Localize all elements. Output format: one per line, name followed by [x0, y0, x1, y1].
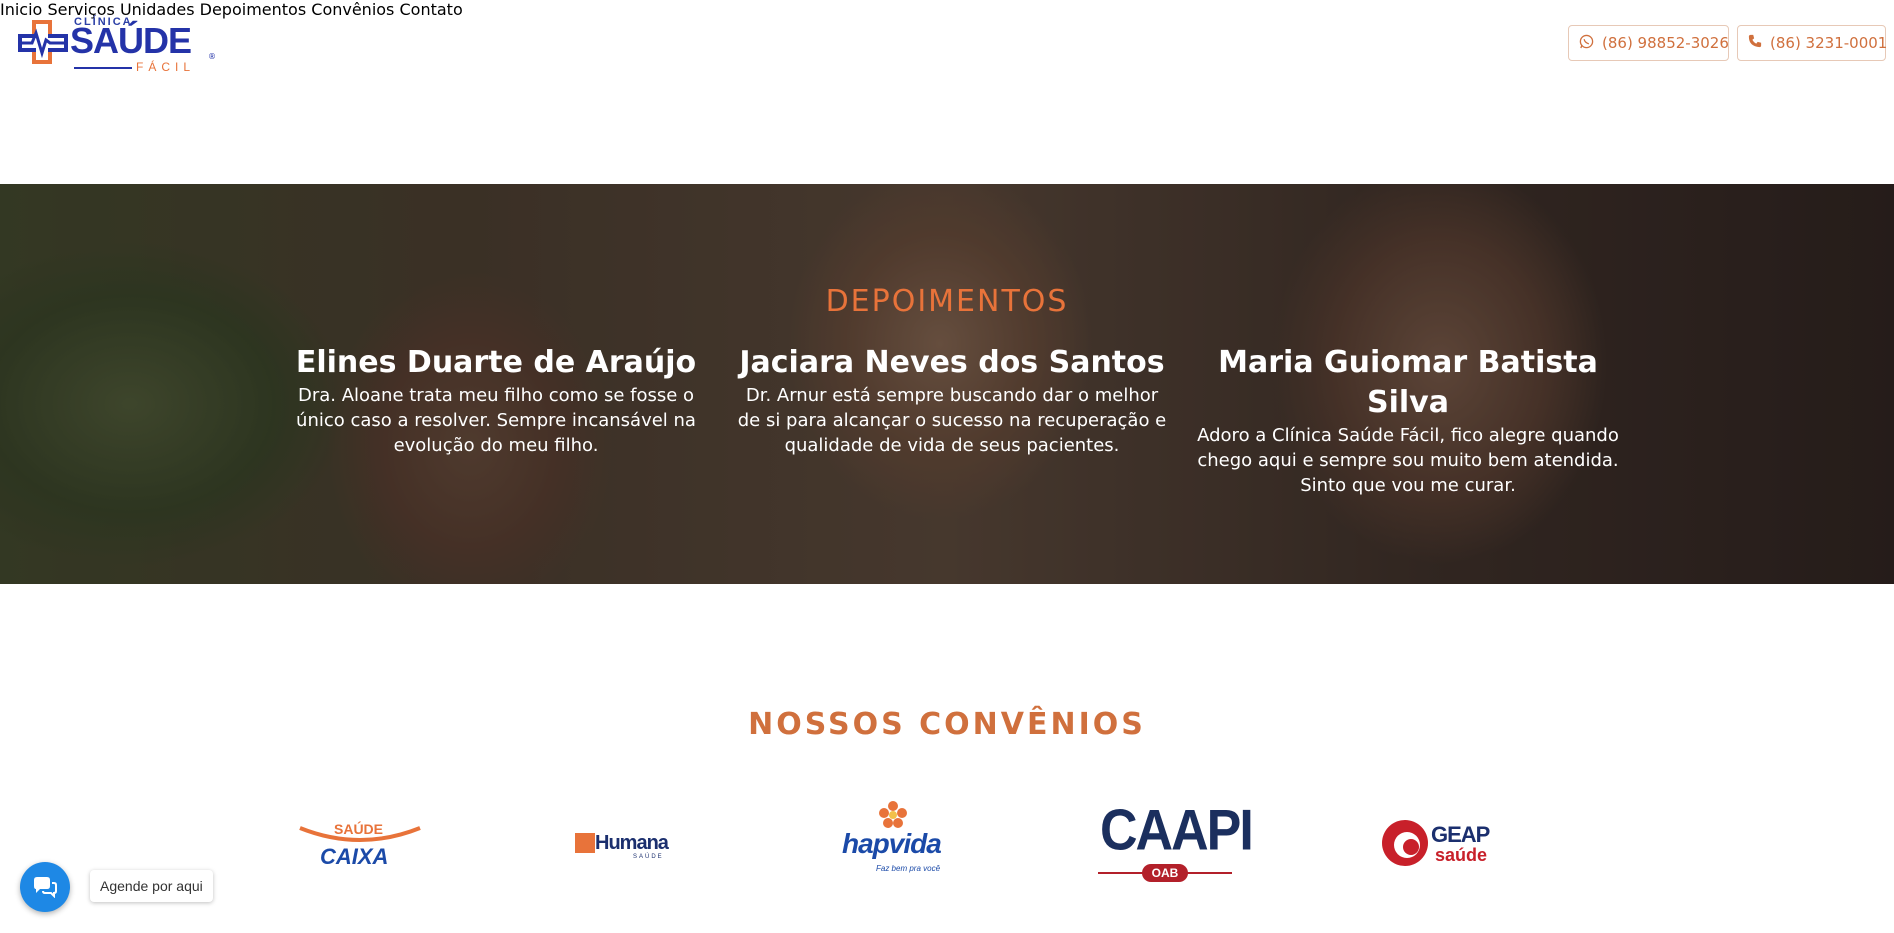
partner-bottom-text: SAÚDE	[633, 854, 664, 860]
partner-top-text: hapvida	[842, 828, 942, 859]
testimonial-text: Dra. Aloane trata meu filho como se foss…	[296, 385, 696, 456]
partner-logo-caapi[interactable]: CAAPI OAB	[1098, 800, 1254, 884]
partner-top-text: CAAPI	[1100, 798, 1254, 863]
site-header: CLÍNICA SAÚDE FÁCIL ® Inicio Serviços Un…	[0, 0, 1894, 86]
main-nav: Inicio Serviços Unidades Depoimentos Con…	[0, 0, 1894, 19]
chat-label[interactable]: Agende por aqui	[90, 870, 213, 902]
chat-icon	[34, 877, 57, 898]
logo-sub-text: FÁCIL	[136, 60, 196, 74]
testimonial-card: Elines Duarte de Araújo Dra. Aloane trat…	[276, 343, 716, 458]
testimonial-card: Jaciara Neves dos Santos Dr. Arnur está …	[732, 343, 1172, 458]
testimonial-text: Dr. Arnur está sempre buscando dar o mel…	[737, 385, 1167, 456]
partner-logo-hapvida[interactable]: hapvida Faz bem pra você	[842, 800, 946, 884]
testimonials-title: DEPOIMENTOS	[825, 284, 1069, 319]
testimonial-author: Elines Duarte de Araújo	[295, 345, 697, 380]
caixa-swoosh-icon	[299, 826, 421, 842]
testimonial-card: Maria Guiomar Batista Silva Adoro a Clín…	[1188, 343, 1628, 498]
testimonial-text: Adoro a Clínica Saúde Fácil, fico alegre…	[1197, 425, 1619, 496]
whatsapp-button[interactable]: (86) 98852-3026	[1568, 25, 1729, 61]
phone-button[interactable]: (86) 3231-0001	[1737, 25, 1888, 61]
partner-logo-geap[interactable]: GEAP saúde	[1380, 800, 1490, 884]
logo-main-text: SAÚDE	[70, 20, 192, 61]
phone-number: (86) 3231-0001	[1770, 34, 1888, 52]
geap-symbol-icon	[1382, 820, 1428, 866]
partner-bottom-text: CAIXA	[320, 844, 389, 869]
clinic-logo[interactable]: CLÍNICA SAÚDE FÁCIL ®	[16, 16, 216, 74]
logo-divider	[74, 67, 132, 69]
convenios-title: NOSSOS CONVÊNIOS	[748, 707, 1146, 742]
logo-registered-mark: ®	[208, 52, 216, 61]
phone-icon	[1748, 34, 1762, 52]
testimonial-author: Jaciara Neves dos Santos	[739, 345, 1165, 380]
medical-cross-icon	[18, 20, 68, 64]
humana-symbol-icon	[575, 833, 595, 853]
hapvida-flower-icon	[879, 801, 907, 828]
partner-logo-saude-caixa[interactable]: SAÚDE CAIXA	[298, 800, 422, 884]
partner-bottom-text: OAB	[1142, 864, 1188, 882]
nav-item-depoimentos[interactable]: Depoimentos	[200, 0, 307, 19]
partner-logo-humana[interactable]: Humana SAÚDE	[575, 800, 685, 884]
partner-bottom-text: Faz bem pra você	[876, 864, 941, 873]
nav-item-contato[interactable]: Contato	[399, 0, 462, 19]
whatsapp-icon	[1579, 34, 1594, 53]
whatsapp-number: (86) 98852-3026	[1602, 34, 1729, 52]
testimonial-author: Maria Guiomar Batista Silva	[1218, 345, 1598, 420]
partner-bottom-text: saúde	[1435, 845, 1488, 865]
nav-item-convenios[interactable]: Convênios	[311, 0, 394, 19]
partner-top-text: Humana	[595, 832, 669, 854]
chat-button[interactable]	[20, 862, 70, 912]
